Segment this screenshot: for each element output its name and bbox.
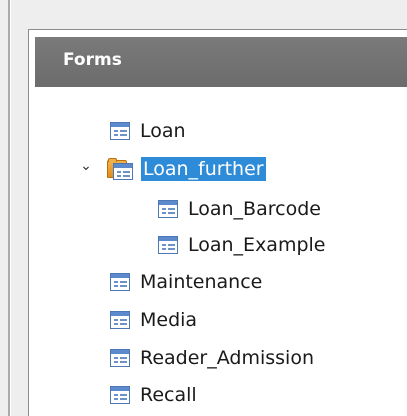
tree-item-loan-example[interactable]: Loan_Example [158,231,326,259]
form-document-icon [158,200,178,218]
tree-item-label-selected: Loan_further [140,156,267,182]
tree-item-loan-further[interactable]: Loan_further [107,155,267,183]
tree-item-label: Loan_Barcode [188,198,321,220]
tree-item-media[interactable]: Media [110,306,197,334]
forms-panel-title: Forms [63,50,122,70]
tree-item-reader-admission[interactable]: Reader_Admission [110,344,314,372]
tree-item-label: Maintenance [140,271,263,293]
tree-item-label: Loan [140,120,186,142]
tree-item-label: Media [140,309,198,331]
form-document-icon [110,349,130,367]
tree-item-label: Recall [140,384,197,406]
tree-item-loan[interactable]: Loan [110,117,186,145]
tree-item-label: Loan_Example [188,234,326,256]
form-document-icon [110,273,130,291]
chevron-down-icon[interactable]: ⌄ [78,158,94,174]
form-document-icon [110,122,130,140]
forms-navigator-window: Forms Loan ⌄ Loan_further Loan_Barcode L… [0,0,407,416]
form-document-icon [110,386,130,404]
left-border-highlight [10,0,11,416]
top-strip [11,0,407,10]
form-document-icon [110,311,130,329]
tree-item-loan-barcode[interactable]: Loan_Barcode [158,195,321,223]
form-document-icon [158,236,178,254]
folder-with-form-icon [107,158,133,180]
tree-item-label: Reader_Admission [140,347,314,369]
tree-item-recall[interactable]: Recall [110,381,197,409]
tree-item-maintenance[interactable]: Maintenance [110,268,262,296]
